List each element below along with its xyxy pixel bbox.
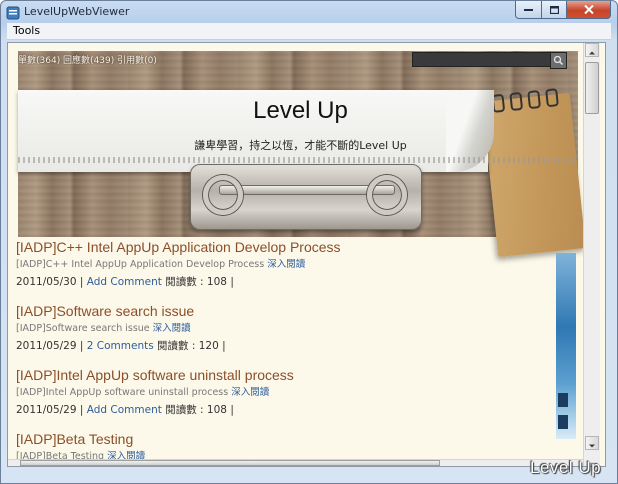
scroll-down-icon [589,444,595,448]
scroll-up-icon [589,51,595,55]
horizontal-scrollbar[interactable] [8,459,583,466]
window-title: LevelUpWebViewer [24,5,130,18]
post-date: 2011/05/29 [16,404,77,416]
post-date: 2011/05/30 [16,276,77,288]
comments-link[interactable]: 2 Comments [87,340,154,352]
post-title-link[interactable]: [IADP]Software search issue [16,301,556,321]
comments-link[interactable]: Add Comment [87,276,162,288]
app-window: LevelUpWebViewer Tools 單數(364) 回應數(439) … [0,0,618,484]
vertical-scrollbar[interactable] [583,43,600,466]
post-excerpt: [IADP]Software search issue [16,323,150,334]
comments-link[interactable]: Add Comment [87,404,162,416]
post-views: 閱讀數 : 120 [157,340,219,352]
search-input[interactable] [412,52,551,67]
post-views: 閱讀數 : 108 [165,276,227,288]
post-item: [IADP]C++ Intel AppUp Application Develo… [16,237,556,291]
title-bar[interactable]: LevelUpWebViewer [1,1,617,23]
close-icon [583,5,594,14]
menu-bar: Tools [7,23,611,40]
post-excerpt: [IADP]C++ Intel AppUp Application Develo… [16,259,265,270]
side-advertisement[interactable] [556,253,576,439]
blog-subtitle: 謙卑學習，持之以恆，才能不斷的Level Up [194,139,407,152]
post-views: 閱讀數 : 108 [165,404,227,416]
search-icon [553,55,564,66]
minimize-button[interactable] [515,1,542,19]
notebook-decoration [482,88,586,258]
app-icon [6,5,20,20]
read-more-link[interactable]: 深入閱讀 [153,323,191,334]
search-button[interactable] [550,52,567,69]
window-controls [515,1,611,19]
close-button[interactable] [567,1,611,19]
horizontal-scrollbar-thumb[interactable] [20,460,440,466]
binder-clip-decoration [190,164,422,230]
post-title-link[interactable]: [IADP]Beta Testing [16,429,556,449]
watermark: Level Up [530,458,602,477]
read-more-link[interactable]: 深入閱讀 [267,259,305,270]
post-excerpt: [IADP]Intel AppUp software uninstall pro… [16,387,229,398]
post-date: 2011/05/29 [16,340,77,352]
scrollbar-thumb[interactable] [585,62,599,114]
scroll-down-button[interactable] [585,436,599,450]
menu-tools[interactable]: Tools [13,24,40,37]
post-list: [IADP]C++ Intel AppUp Application Develo… [16,237,556,466]
read-more-link[interactable]: 深入閱讀 [231,387,269,398]
post-title-link[interactable]: [IADP]Intel AppUp software uninstall pro… [16,365,556,385]
post-item: [IADP]Software search issue [IADP]Softwa… [16,301,556,355]
web-viewer[interactable]: 單數(364) 回應數(439) 引用數(0) Level Up 謙卑學習，持之… [7,42,606,467]
blog-stats: 單數(364) 回應數(439) 引用數(0) [18,56,157,66]
maximize-button[interactable] [542,1,567,19]
post-title-link[interactable]: [IADP]C++ Intel AppUp Application Develo… [16,237,556,257]
scroll-up-button[interactable] [585,43,599,57]
minimize-icon [524,8,533,11]
maximize-icon [549,5,559,14]
post-item: [IADP]Intel AppUp software uninstall pro… [16,365,556,419]
blog-title[interactable]: Level Up [208,97,393,125]
